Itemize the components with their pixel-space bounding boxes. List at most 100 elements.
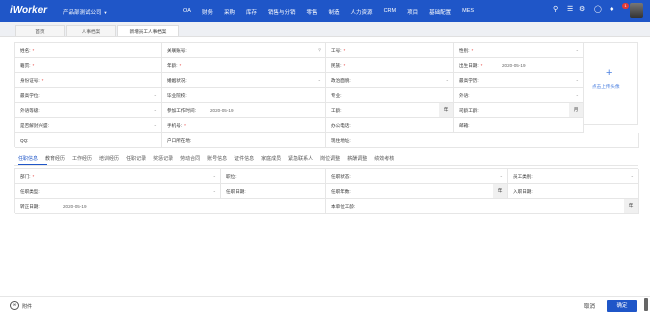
job-info-field[interactable]: 任职类型: ⌄ [15,184,221,199]
basic-info-field[interactable]: 婚姻状况: ⌄ [162,73,326,88]
job-info-field[interactable]: 转正日期: 2020-05-19 [15,199,326,214]
cancel-button[interactable]: 取消 [584,302,595,310]
chevron-down-icon[interactable]: ⌄ [213,173,216,178]
scrollbar[interactable] [644,298,648,311]
basic-info-field[interactable]: 外语: ⌄ [454,88,584,103]
menu-icon[interactable]: ☰ [567,6,573,14]
tab-detail-3[interactable]: 培训经历 [99,155,119,162]
active-tab-indicator [18,164,47,165]
nav-item-1[interactable]: 财务 [202,8,213,16]
unit-label: 月 [569,103,583,117]
basic-info-field[interactable]: 民族: * [326,58,454,73]
chevron-down-icon[interactable]: ⌄ [154,92,157,97]
tab-detail-1[interactable]: 教育经历 [45,155,65,162]
field-label: 籍贯: * [20,63,35,68]
chevron-down-icon[interactable]: ⌄ [576,47,579,52]
basic-info-field[interactable]: 司龄工龄: 月 [454,103,584,118]
basic-info-field[interactable]: 户口所在地: [162,133,326,148]
basic-info-field[interactable]: 工号: * [326,43,454,58]
basic-info-field[interactable]: QQ: [15,133,162,148]
search-icon[interactable]: ⚲ [553,6,558,14]
basic-info-field[interactable]: 是否解封兴盛: ⌄ [15,118,162,133]
basic-info-field[interactable]: 工龄: 年 [326,103,454,118]
nav-item-9[interactable]: 项目 [407,8,418,16]
required-marker: * [343,63,346,68]
tab-detail-2[interactable]: 工作经历 [72,155,92,162]
tab-detail-9[interactable]: 家庭成员 [261,155,281,162]
field-label: 参加工作时间: [167,108,196,113]
chevron-down-icon[interactable]: ⌄ [576,92,579,97]
gear-icon[interactable]: ⚙ [579,6,585,14]
job-info-field[interactable]: 任职状态: ⌄ [326,169,508,184]
basic-info-field[interactable]: 籍贯: * [15,58,162,73]
tab-personnel-files[interactable]: 人事档案 [66,25,116,36]
nav-item-8[interactable]: CRM [384,8,397,16]
required-marker: * [480,63,483,68]
tab-detail-8[interactable]: 证件信息 [234,155,254,162]
basic-info-field[interactable]: 邮箱: [454,118,584,133]
chevron-down-icon[interactable]: ⌄ [576,77,579,82]
chevron-down-icon[interactable]: ⌄ [318,77,321,82]
tab-home[interactable]: 首页 [15,25,65,36]
chevron-down-icon[interactable]: ⌄ [154,107,157,112]
job-info-field[interactable]: 入职日期: [508,184,639,199]
attachment-label[interactable]: 附件 [22,303,32,310]
basic-info-field[interactable]: 年龄: * [162,58,326,73]
basic-info-field[interactable]: 最高学历: ⌄ [454,73,584,88]
basic-info-field[interactable]: 办公电话: [326,118,454,133]
tab-detail-12[interactable]: 薪酬调整 [347,155,367,162]
job-info-field[interactable]: 任职年数: 年 [326,184,508,199]
nav-item-0[interactable]: OA [183,8,191,16]
chevron-down-icon[interactable]: ⌄ [154,122,157,127]
tab-detail-11[interactable]: 岗位调整 [320,155,340,162]
tab-detail-4[interactable]: 任职记录 [126,155,146,162]
basic-info-field[interactable]: 政治面貌: ⌄ [326,73,454,88]
nav-item-6[interactable]: 制造 [329,8,340,16]
basic-info-field[interactable]: 关联账号: ⚲ [162,43,326,58]
basic-info-field[interactable]: 手机号: * [162,118,326,133]
nav-item-10[interactable]: 基础配置 [429,8,451,16]
job-info-field[interactable]: 职位: [221,169,326,184]
nav-item-2[interactable]: 采购 [224,8,235,16]
chat-icon[interactable]: ◯ [594,6,602,14]
job-info-field[interactable]: 任职日期: [221,184,326,199]
tab-detail-13[interactable]: 绩效考核 [374,155,394,162]
tab-detail-0[interactable]: 任职信息 [18,155,38,162]
field-label: 年龄: * [167,63,182,68]
basic-info-field[interactable]: 最高学位: ⌄ [15,88,162,103]
basic-info-field[interactable]: 毕业院校: [162,88,326,103]
company-selector[interactable]: 产品部测试公司 ▼ [63,8,107,16]
tab-detail-6[interactable]: 劳动合同 [180,155,200,162]
search-icon[interactable]: ⚲ [318,47,321,52]
paperclip-icon[interactable]: ∞ [10,301,19,310]
chevron-down-icon[interactable]: ⌄ [213,188,216,193]
basic-info-field[interactable]: 专业: [326,88,454,103]
basic-info-field[interactable]: 出生日期: * 2020-05-19 [454,58,584,73]
job-info-field[interactable]: 部门: * ⌄ [15,169,221,184]
basic-info-field[interactable]: 姓名: * [15,43,162,58]
chevron-down-icon[interactable]: ⌄ [446,77,449,82]
basic-info-field[interactable]: 参加工作时间: 2020-05-19 [162,103,326,118]
bell-icon[interactable]: ♦ [610,6,614,14]
job-info-field[interactable]: 员工类别: ⌄ [508,169,639,184]
tab-new-employee-file[interactable]: 新增员工人事档案 [117,25,179,36]
nav-item-7[interactable]: 人力资源 [351,8,373,16]
tab-detail-5[interactable]: 奖惩记录 [153,155,173,162]
basic-info-field[interactable]: 现住地址: [326,133,639,148]
job-info-field[interactable]: 本单位工龄: 年 [326,199,639,214]
confirm-button[interactable]: 确定 [607,300,637,312]
basic-info-field[interactable]: 外语等级: ⌄ [15,103,162,118]
basic-info-field[interactable]: 身份证号: * [15,73,162,88]
photo-upload[interactable]: + 点击上传头像 [583,42,638,125]
avatar[interactable] [630,3,643,18]
nav-item-11[interactable]: MES [462,8,474,16]
nav-item-5[interactable]: 零售 [307,8,318,16]
tab-detail-10[interactable]: 紧急联系人 [288,155,313,162]
basic-info-field[interactable]: 性别: * ⌄ [454,43,584,58]
chevron-down-icon[interactable]: ⌄ [500,173,503,178]
nav-item-3[interactable]: 库存 [246,8,257,16]
tab-detail-7[interactable]: 账号信息 [207,155,227,162]
nav-item-4[interactable]: 销售与分销 [268,8,296,16]
chevron-down-icon[interactable]: ⌄ [631,173,634,178]
app-logo[interactable]: iWorker [10,5,47,16]
